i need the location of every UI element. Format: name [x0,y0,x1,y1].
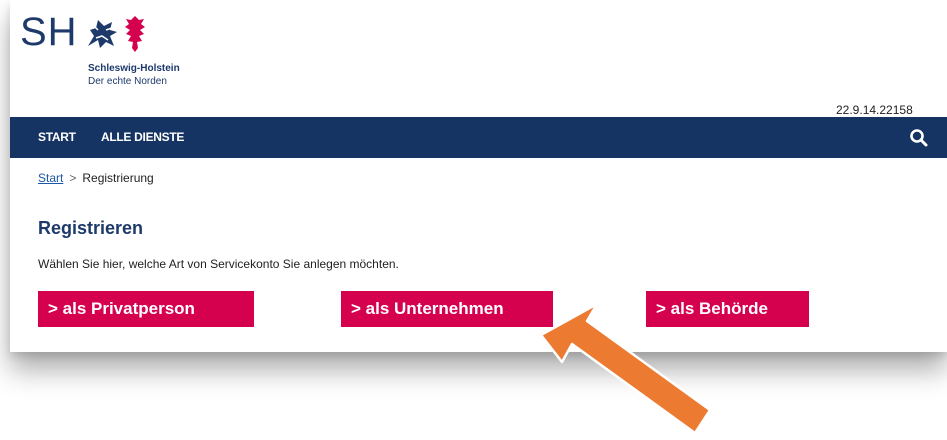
lion-crest-icon [88,20,117,48]
register-private-person-button[interactable]: > als Privatperson [38,291,254,327]
register-company-button[interactable]: > als Unternehmen [341,291,553,327]
nettle-leaf-icon [125,16,145,52]
breadcrumb-link-start[interactable]: Start [38,171,63,185]
logo-abbreviation: SH [20,10,78,54]
logo-tagline: Der echte Norden [88,76,167,87]
nav-item-start[interactable]: START [38,130,76,144]
breadcrumb: Start > Registrierung [38,171,154,185]
breadcrumb-current: Registrierung [82,171,154,185]
page-title: Registrieren [38,218,144,238]
nav-item-alle-dienste[interactable]: ALLE DIENSTE [101,130,184,144]
search-icon[interactable] [909,128,929,148]
intro-text: Wählen Sie hier, welche Art von Servicek… [38,257,399,271]
logo-state-name: Schleswig-Holstein [88,63,180,74]
page-card: SH Schleswig-Holstein Der echte Norden 2… [10,0,947,352]
site-logo[interactable]: SH Schleswig-Holstein Der echte Norden [20,12,220,92]
version-number: 22.9.14.22158 [836,103,913,117]
annotation-arrow-icon [539,302,712,435]
breadcrumb-separator: > [69,171,77,185]
main-navigation: START ALLE DIENSTE [10,117,947,158]
